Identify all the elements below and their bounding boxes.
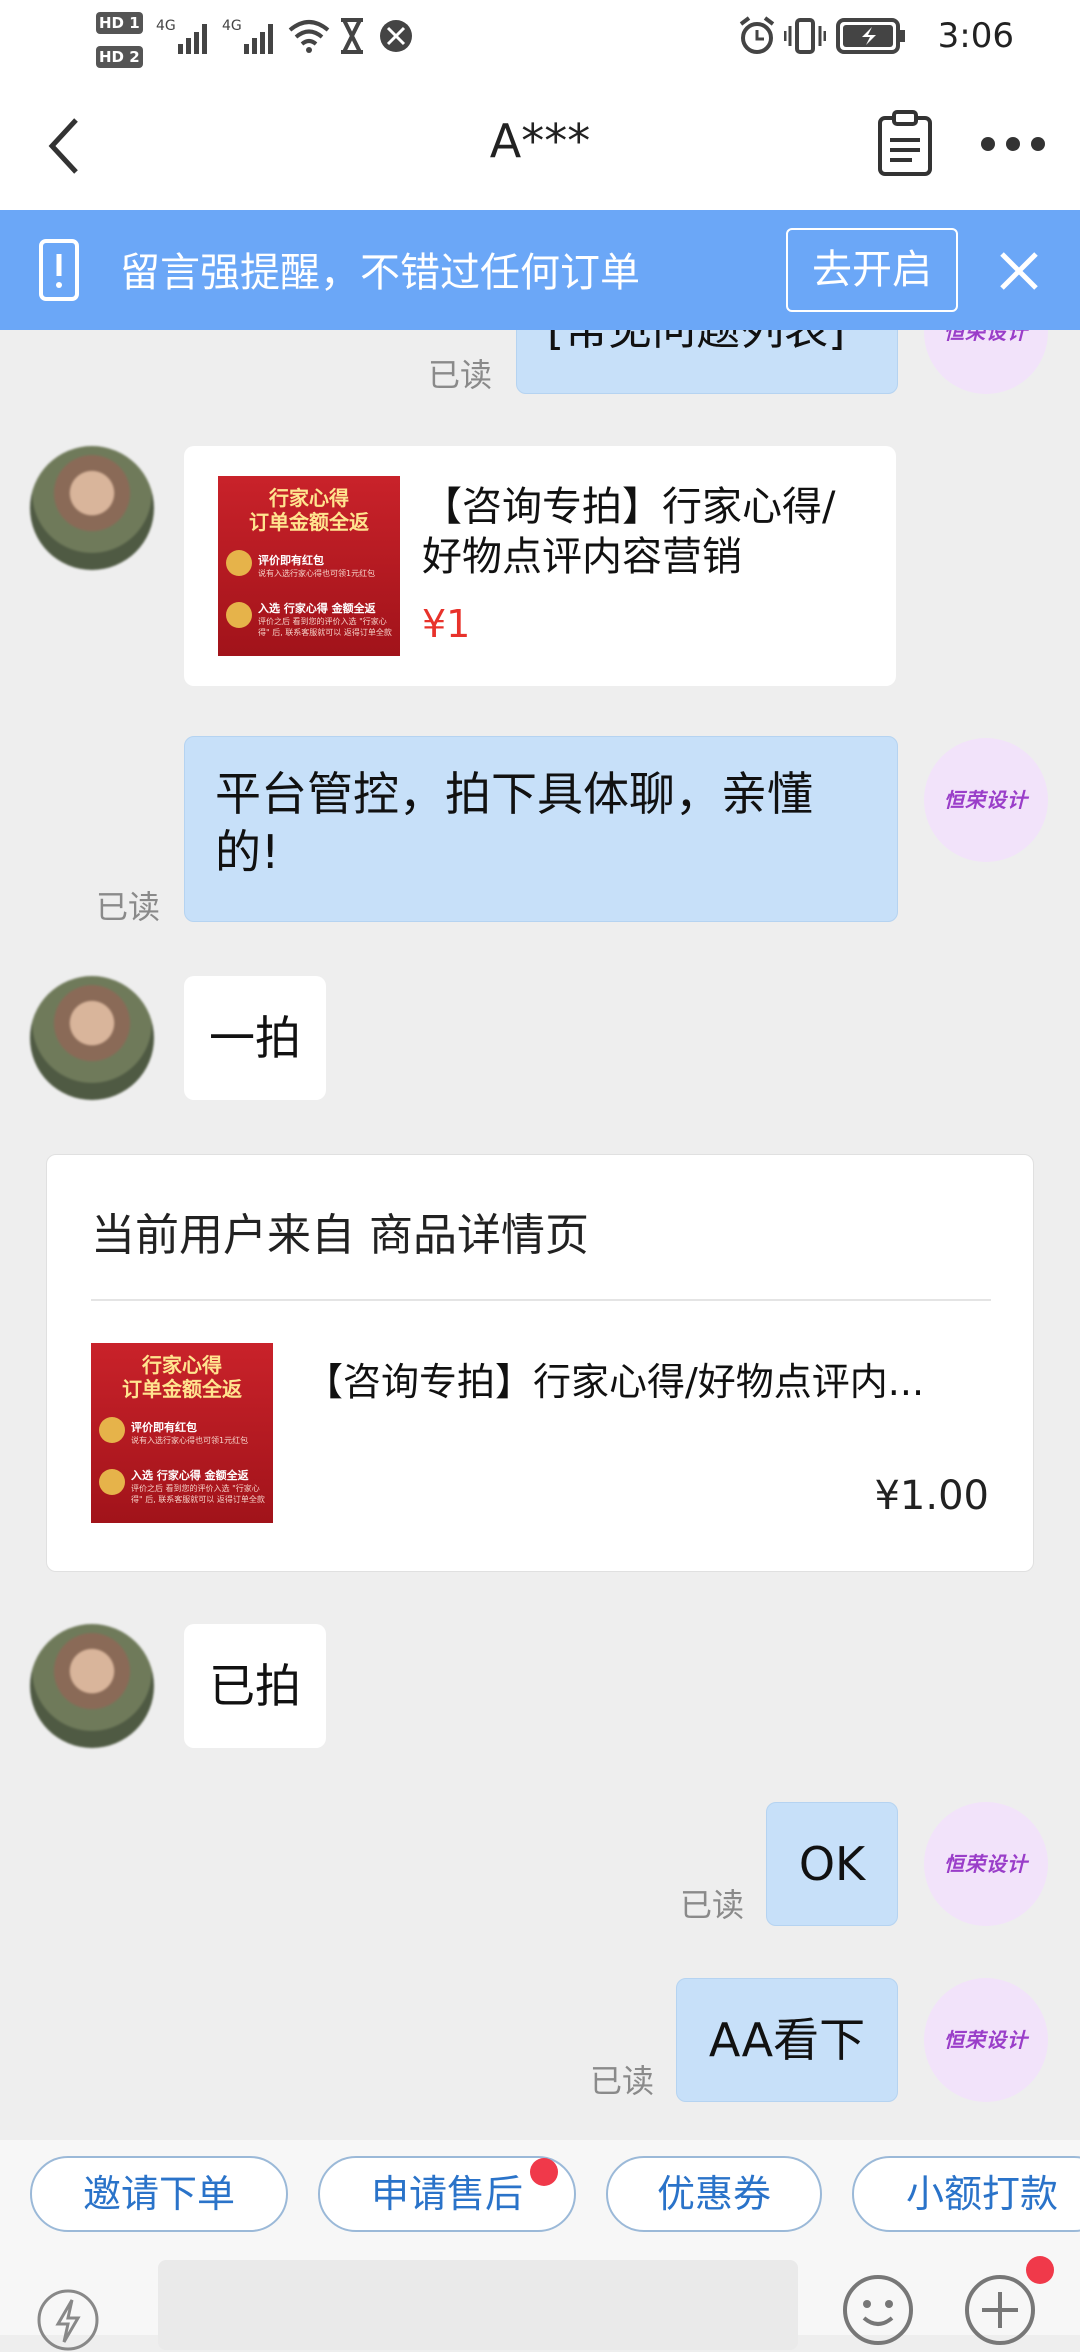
promo-b2: 入选 行家心得 金额全返	[131, 1469, 249, 1482]
message-bubble-incoming[interactable]: 一拍	[184, 976, 326, 1100]
sim2-indicator: HD 2	[96, 44, 148, 70]
promo-line2: 订单金额全返	[249, 510, 369, 534]
chat-header: A***	[0, 80, 1080, 210]
notification-dot	[1026, 2256, 1054, 2284]
read-receipt: 已读	[590, 2062, 655, 2100]
message-input[interactable]	[158, 2260, 798, 2350]
avatar[interactable]: 恒荣设计	[924, 1978, 1048, 2102]
small-payment-button[interactable]: 小额打款	[852, 2156, 1080, 2232]
medal-icon	[226, 550, 252, 576]
message-bubble-incoming[interactable]: 已拍	[184, 1624, 326, 1748]
message-text: 平台管控，拍下具体聊，亲懂的!	[215, 767, 813, 879]
status-bar: HD 1 HD 2 4G 4G 3:06	[0, 0, 1080, 80]
invite-order-button[interactable]: 邀请下单	[30, 2156, 288, 2232]
promo-b1: 评价即有红包	[258, 554, 324, 567]
banner-text: 留言强提醒，不错过任何订单	[120, 250, 640, 296]
avatar[interactable]	[30, 1624, 154, 1748]
notification-dot	[530, 2158, 558, 2186]
avatar[interactable]: 恒荣设计	[924, 738, 1048, 862]
avatar[interactable]: 恒荣设计	[924, 330, 1048, 394]
sim1-label: HD 1	[96, 12, 143, 34]
message-text: OK	[798, 1837, 866, 1891]
promo-b2s: 评价之后 看到您的评价入选 "行家心得" 后, 联系客服就可以 返得订单全款	[258, 617, 392, 637]
product-price: ¥1	[422, 602, 471, 646]
message-list[interactable]: [常见问题列表] 已读 恒荣设计 行家心得 订单金额全返 评价即有红包 说有入选…	[0, 330, 1080, 2140]
enable-button[interactable]: 去开启	[786, 228, 958, 312]
sim2-label: HD 2	[96, 46, 143, 68]
promo-b1s: 说有入选行家心得也可领1元红包	[131, 1436, 249, 1445]
product-image: 行家心得 订单金额全返 评价即有红包 说有入选行家心得也可领1元红包 入选 行家…	[218, 476, 400, 656]
read-receipt: 已读	[96, 888, 161, 926]
message-bubble-outgoing[interactable]: AA看下	[676, 1978, 898, 2102]
plus-icon[interactable]	[964, 2274, 1036, 2346]
divider	[91, 1299, 991, 1301]
input-bar	[0, 2256, 1080, 2351]
product-message[interactable]: 行家心得 订单金额全返 评价即有红包 说有入选行家心得也可领1元红包 入选 行家…	[184, 446, 896, 686]
coupon-button[interactable]: 优惠券	[606, 2156, 822, 2232]
smiley-icon[interactable]	[842, 2274, 914, 2346]
promo-b1s: 说有入选行家心得也可领1元红包	[258, 569, 376, 578]
message-bubble-outgoing[interactable]: 平台管控，拍下具体聊，亲懂的!	[184, 736, 898, 922]
lightning-icon[interactable]	[36, 2288, 100, 2352]
promo-b2: 入选 行家心得 金额全返	[258, 602, 376, 615]
signal-icon: 4G	[222, 18, 273, 54]
message-text: 已拍	[209, 1659, 301, 1713]
avatar[interactable]	[30, 446, 154, 570]
message-text: [常见问题列表]	[547, 330, 845, 355]
signal-icon: 4G	[156, 18, 207, 54]
product-title: 【咨询专拍】行家心得/好物点评内容营销	[422, 484, 836, 580]
avatar[interactable]	[30, 976, 154, 1100]
sim1-indicator: HD 1	[96, 10, 148, 36]
alarm-icon	[739, 16, 775, 54]
vpn-globe-icon	[380, 20, 412, 52]
phone-alert-icon	[39, 239, 79, 301]
source-text: 当前用户来自 商品详情页	[91, 1210, 589, 1261]
medal-icon	[99, 1469, 125, 1495]
reminder-banner: 留言强提醒，不错过任何订单 去开启	[0, 210, 1080, 330]
read-receipt: 已读	[428, 356, 493, 394]
quick-action-bar[interactable]: 邀请下单 申请售后 优惠券 小额打款	[0, 2140, 1080, 2260]
promo-line2: 订单金额全返	[122, 1377, 242, 1401]
network-type-1: 4G	[156, 18, 176, 34]
wifi-icon	[288, 20, 330, 53]
clock: 3:06	[937, 16, 1014, 56]
message-text: 一拍	[209, 1011, 301, 1065]
network-type-2: 4G	[222, 18, 242, 34]
medal-icon	[99, 1417, 125, 1443]
source-card[interactable]: 当前用户来自 商品详情页 行家心得 订单金额全返 评价即有红包 说有入选行家心得…	[46, 1154, 1034, 1572]
product-image: 行家心得 订单金额全返 评价即有红包 说有入选行家心得也可领1元红包 入选 行家…	[91, 1343, 273, 1523]
promo-b2s: 评价之后 看到您的评价入选 "行家心得" 后, 联系客服就可以 返得订单全款	[131, 1484, 265, 1504]
promo-b1: 评价即有红包	[131, 1421, 197, 1434]
message-text: AA看下	[708, 2013, 866, 2067]
battery-icon	[836, 18, 905, 54]
more-dots-icon[interactable]	[980, 136, 1046, 152]
product-title[interactable]: 【咨询专拍】行家心得/好物点评内...	[305, 1351, 1005, 1406]
message-bubble-outgoing[interactable]: [常见问题列表]	[516, 330, 898, 394]
vibrate-icon	[784, 18, 826, 54]
message-bubble-outgoing[interactable]: OK	[766, 1802, 898, 1926]
read-receipt: 已读	[680, 1886, 745, 1924]
close-icon[interactable]	[998, 250, 1040, 292]
product-price: ¥1.00	[874, 1473, 989, 1519]
clipboard-icon[interactable]	[876, 110, 934, 176]
medal-icon	[226, 602, 252, 628]
hourglass-icon	[341, 18, 363, 54]
avatar[interactable]: 恒荣设计	[924, 1802, 1048, 1926]
